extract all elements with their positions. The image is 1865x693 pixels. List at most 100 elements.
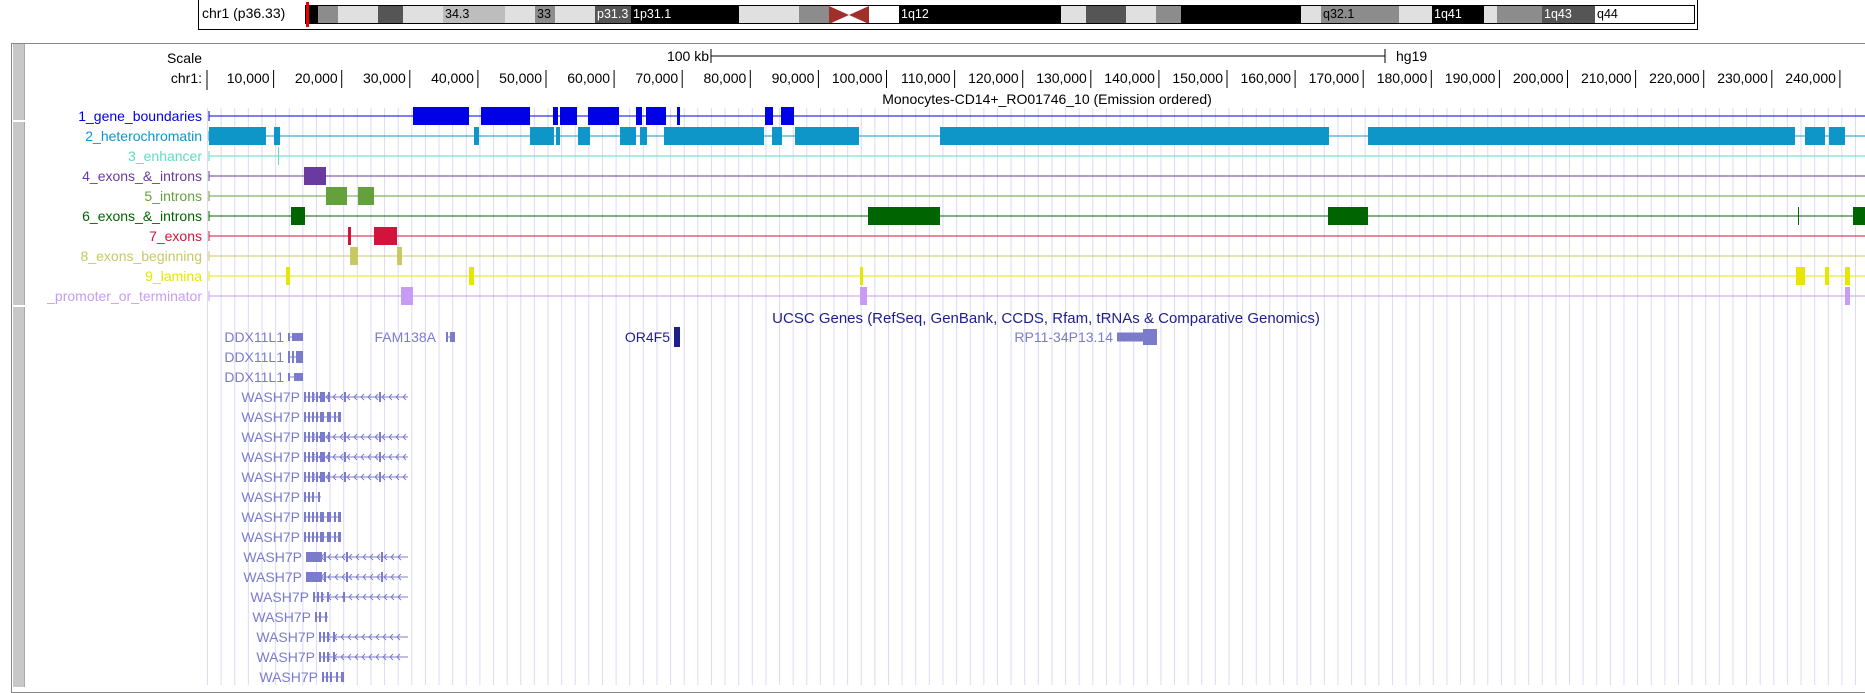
gene-exon [320,432,325,442]
gene-exon [321,592,323,602]
gene-item[interactable]: WASH7P [256,649,408,665]
ruler-tick-label: 240,000 [1785,70,1836,86]
gene-exon [326,672,328,682]
gene-item[interactable]: WASH7P [243,549,408,565]
gene-item[interactable]: WASH7P [241,389,408,405]
ruler-tick-label: 10,000 [227,70,270,86]
chromhmm-segment [868,207,940,225]
gene-exon [344,392,346,402]
gene-exon [334,512,336,522]
gene-exon [344,432,346,442]
ruler-tick-label: 180,000 [1377,70,1428,86]
gene-item[interactable]: DDX11L1 [224,329,303,345]
chromhmm-segment [1805,127,1825,145]
gene-exon [328,452,330,462]
ruler-tick-label: 110,000 [901,70,951,86]
gene-exon [308,392,310,402]
gene-exon [304,392,306,402]
chromhmm-track-label: 1_gene_boundaries [78,108,202,124]
chromhmm-segment [640,127,647,145]
ruler-tick-label: 150,000 [1172,70,1223,86]
chromhmm-segment [1825,267,1829,285]
ruler-tick-label: 20,000 [295,70,338,86]
chromhmm-segment [560,107,577,125]
gene-exon [1117,332,1143,342]
ruler-tick-label: 50,000 [499,70,542,86]
tracks-canvas[interactable]: Scale chr1: 100 kb hg19 10,000 20,000 30,000 40… [0,0,1865,685]
gene-exon [319,632,321,642]
gene-item[interactable]: WASH7P [256,629,408,645]
gene-exon [320,392,325,402]
gene-exon [304,492,306,502]
gene-exon [379,472,381,482]
gene-exon [316,432,318,442]
gene-item[interactable]: WASH7P [241,449,408,465]
gene-exon [319,652,321,662]
gene-exon [308,432,310,442]
chromhmm-track-label: 7_exons [149,228,202,244]
ruler-tick-label: 100,000 [832,70,883,86]
gene-label: WASH7P [250,589,309,605]
gene-item[interactable]: OR4F5 [625,327,680,347]
gene-exon [379,432,381,442]
gene-item[interactable]: WASH7P [241,469,408,485]
gene-exon [327,512,331,522]
gene-item[interactable]: DDX11L1 [224,369,303,385]
gene-label: WASH7P [252,609,311,625]
gene-exon [304,472,306,482]
gene-exon [674,327,680,347]
gene-exon [304,412,306,422]
gene-label: WASH7P [243,569,302,585]
chromhmm-segment [474,127,479,145]
gene-item[interactable]: WASH7P [241,429,408,445]
chromhmm-segment [350,247,358,265]
gene-exon [336,672,338,682]
ruler-tick-label: 130,000 [1036,70,1087,86]
gene-item[interactable]: WASH7P [243,569,408,585]
chromhmm-segment [209,127,266,145]
gene-exon [379,452,381,462]
chromhmm-segment [1845,287,1850,305]
gene-exon [1153,332,1157,342]
gene-exon [320,512,324,522]
gene-item[interactable]: RP11-34P13.14 [1014,329,1157,345]
chromhmm-segment [781,107,794,125]
chromhmm-segment [374,227,397,245]
gene-exon [324,552,326,562]
chromhmm-segment [481,107,530,125]
gene-item[interactable]: WASH7P [241,509,341,525]
chromhmm-segment [401,287,413,305]
ruler-tick-label: 190,000 [1445,70,1496,86]
ruler-tick-label: 90,000 [772,70,815,86]
gene-exon [327,592,329,602]
gene-label: WASH7P [241,409,300,425]
chromhmm-segment [636,107,642,125]
gene-label: DDX11L1 [224,369,284,385]
gene-item[interactable]: WASH7P [241,409,341,425]
chromhmm-segment [1845,267,1850,285]
gene-exon [320,412,324,422]
gene-exon [346,552,348,562]
gene-label: OR4F5 [625,329,670,345]
gene-item[interactable]: FAM138A [375,329,455,345]
gene-exon [308,472,310,482]
ruler-tick-label: 70,000 [635,70,678,86]
chromhmm-segment [469,267,474,285]
gene-item[interactable]: WASH7P [241,529,341,545]
vertical-gridlines [207,108,1857,685]
gene-item[interactable]: WASH7P [241,489,321,505]
gene-exon [316,532,318,542]
chromhmm-segment [530,127,554,145]
chromhmm-segment [286,267,290,285]
gene-exon [304,532,306,542]
gene-label: WASH7P [241,529,300,545]
gene-item[interactable]: DDX11L1 [224,349,303,365]
ruler-tick-label: 30,000 [363,70,406,86]
gene-exon [344,472,346,482]
gene-exon [306,552,322,562]
genes-title: UCSC Genes (RefSeq, GenBank, CCDS, Rfam,… [772,310,1320,327]
chromhmm-segment [274,127,280,145]
scale-bar-text: 100 kb [667,48,709,64]
gene-exon [320,532,324,542]
gene-item[interactable]: WASH7P [259,669,344,685]
